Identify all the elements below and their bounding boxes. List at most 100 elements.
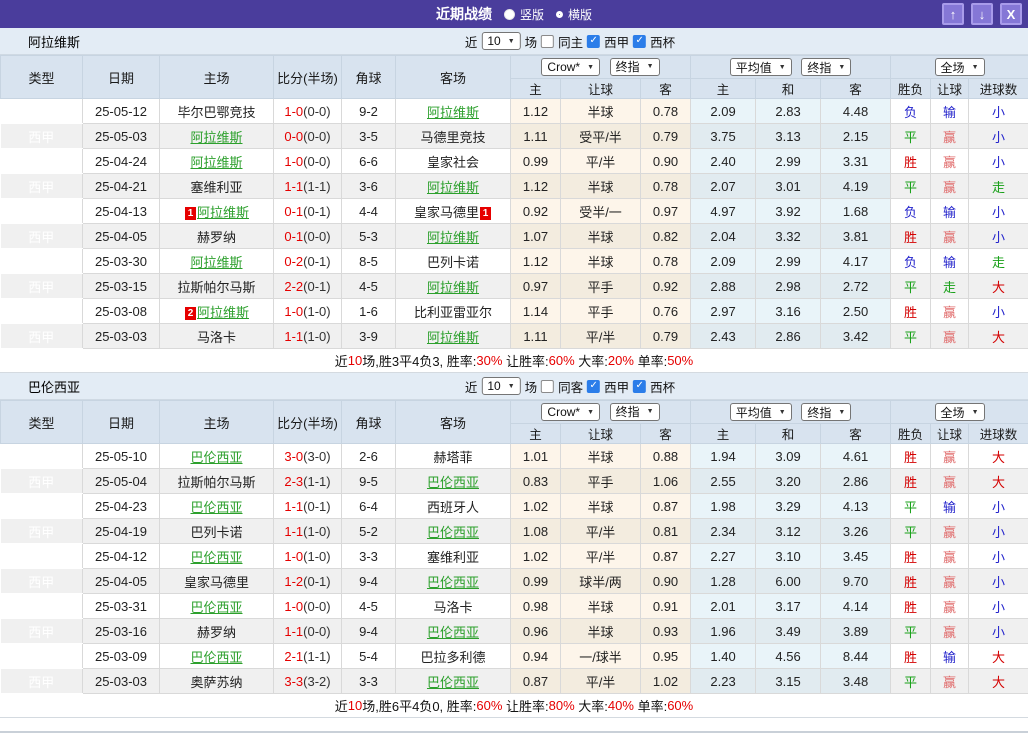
- move-up-button[interactable]: ↑: [942, 3, 964, 25]
- final-score: 2-1: [284, 648, 304, 664]
- away-team-cell: 阿拉维斯: [395, 98, 511, 124]
- team-link[interactable]: 巴伦西亚: [427, 475, 479, 490]
- scope-select[interactable]: 全场 ▼: [934, 58, 985, 76]
- euro-company-select[interactable]: 平均值 ▼: [729, 58, 792, 76]
- team-name-text: 塞维利亚: [190, 179, 243, 195]
- col-header-type: 类型: [0, 400, 83, 444]
- handicap-line-cell: 平/半: [560, 323, 641, 349]
- team-link[interactable]: 阿拉维斯: [427, 180, 479, 195]
- team-link[interactable]: 阿拉维斯: [427, 230, 479, 245]
- home-team-cell: 奥萨苏纳: [159, 668, 274, 694]
- team-link[interactable]: 巴伦西亚: [190, 600, 242, 615]
- home-team-cell: 赫罗纳: [159, 618, 274, 644]
- team-link[interactable]: 巴伦西亚: [190, 450, 242, 465]
- euro-time-select[interactable]: 终指 ▼: [801, 403, 852, 421]
- team-link[interactable]: 巴伦西亚: [427, 525, 479, 540]
- euro-home-odds-cell: 1.98: [690, 493, 757, 519]
- team-link[interactable]: 阿拉维斯: [190, 255, 242, 270]
- radio-horizontal-layout[interactable]: 横版: [556, 6, 592, 23]
- match-date-cell: 25-04-13: [82, 198, 160, 224]
- away-team-cell: 巴伦西亚: [395, 518, 511, 544]
- team-link[interactable]: 阿拉维斯: [427, 105, 479, 120]
- scope-select[interactable]: 全场 ▼: [934, 403, 985, 421]
- handicap-line-cell: 受平/半: [560, 123, 641, 149]
- team-link[interactable]: 巴伦西亚: [427, 625, 479, 640]
- half-time-score: (0-0): [303, 103, 331, 119]
- euro-draw-odds-cell: 2.99: [755, 248, 822, 274]
- match-row: 西甲 25-03-08 2 阿拉维斯 1-0(1-0) 1-6 比利亚雷亚尔 1.14 平手 0.…: [0, 298, 1028, 324]
- away-team-cell: 阿拉维斯: [395, 323, 511, 349]
- corner-cell: 5-3: [341, 223, 396, 249]
- team-link[interactable]: 阿拉维斯: [197, 205, 249, 220]
- chevron-down-icon: ▼: [971, 408, 979, 416]
- away-team-cell: 巴拉多利德: [395, 643, 511, 669]
- away-team-cell: 阿拉维斯: [395, 223, 511, 249]
- team-link[interactable]: 巴伦西亚: [190, 550, 242, 565]
- odds-time-select[interactable]: 终指 ▼: [609, 57, 660, 76]
- summary-segment: 60%: [667, 698, 694, 713]
- team-name-text: 赫塔菲: [433, 449, 473, 465]
- team-name-text: 拉斯帕尔马斯: [177, 279, 256, 295]
- final-score: 1-1: [284, 328, 304, 344]
- match-date-cell: 25-03-16: [82, 618, 160, 644]
- same-venue-checkbox[interactable]: [541, 379, 555, 393]
- cup-checkbox[interactable]: [633, 379, 647, 393]
- col-header-corner: 角球: [341, 400, 396, 444]
- handicap-home-odds-cell: 1.14: [510, 298, 561, 324]
- team-link[interactable]: 巴伦西亚: [427, 675, 479, 690]
- team-link[interactable]: 阿拉维斯: [197, 305, 249, 320]
- odds-company-select[interactable]: Crow* ▼: [541, 58, 601, 77]
- score-cell: 1-1(1-0): [273, 323, 342, 349]
- odds-company-select[interactable]: Crow* ▼: [541, 403, 601, 422]
- corner-cell: 9-4: [341, 568, 396, 594]
- euro-time-value: 终指: [807, 60, 832, 75]
- col-header-odds-home: 主: [510, 78, 561, 99]
- match-date-cell: 25-03-31: [82, 593, 160, 619]
- recent-count-select[interactable]: 10 ▼: [481, 32, 521, 50]
- handicap-away-odds-cell: 0.88: [639, 443, 692, 469]
- team-link[interactable]: 巴伦西亚: [427, 575, 479, 590]
- same-venue-checkbox[interactable]: [541, 34, 555, 48]
- move-down-button[interactable]: ↓: [971, 3, 993, 25]
- euro-draw-odds-cell: 3.16: [755, 298, 822, 324]
- euro-home-odds-cell: 2.43: [690, 323, 757, 349]
- league-type-cell: 西甲: [0, 543, 83, 569]
- half-time-score: (0-1): [303, 498, 331, 514]
- final-score: 1-1: [284, 623, 304, 639]
- team-name-text: 巴拉多利德: [420, 649, 486, 665]
- team-link[interactable]: 阿拉维斯: [190, 155, 242, 170]
- euro-company-value: 平均值: [735, 60, 772, 75]
- recent-count-value: 10: [487, 34, 501, 48]
- euro-draw-odds-cell: 2.83: [755, 98, 822, 124]
- team-link[interactable]: 巴伦西亚: [190, 500, 242, 515]
- radio-vertical-layout[interactable]: 竖版: [503, 6, 544, 23]
- handicap-away-odds-cell: 0.90: [639, 568, 692, 594]
- league-type-cell: 西甲: [0, 593, 83, 619]
- cup-checkbox[interactable]: [633, 34, 647, 48]
- handicap-line-cell: 一/球半: [560, 643, 641, 669]
- corner-cell: 3-6: [341, 173, 396, 199]
- corner-cell: 5-4: [341, 643, 396, 669]
- score-cell: 1-1(0-1): [273, 493, 342, 519]
- score-cell: 0-0(0-0): [273, 123, 342, 149]
- league-type-cell: 西甲: [0, 668, 83, 694]
- handicap-away-odds-cell: 0.92: [639, 273, 692, 299]
- league-checkbox[interactable]: [587, 379, 601, 393]
- euro-time-select[interactable]: 终指 ▼: [801, 58, 852, 76]
- away-team-cell: 巴伦西亚: [395, 618, 511, 644]
- team-link[interactable]: 阿拉维斯: [190, 130, 242, 145]
- team-link[interactable]: 阿拉维斯: [427, 330, 479, 345]
- odds-time-select[interactable]: 终指 ▼: [609, 402, 660, 421]
- match-date-cell: 25-04-24: [82, 148, 160, 174]
- red-card-badge: 2: [184, 306, 196, 320]
- team-link[interactable]: 巴伦西亚: [190, 650, 242, 665]
- handicap-line-cell: 半球: [560, 248, 641, 274]
- home-team-cell: 2 阿拉维斯: [159, 298, 274, 324]
- match-row: 西甲 25-04-21 塞维利亚 1-1(1-1) 3-6 阿拉维斯 1.12 半球 0.78 2…: [0, 173, 1028, 199]
- euro-company-select[interactable]: 平均值 ▼: [729, 403, 792, 421]
- team-link[interactable]: 阿拉维斯: [427, 280, 479, 295]
- handicap-away-odds-cell: 0.78: [639, 173, 692, 199]
- close-button[interactable]: X: [1000, 3, 1022, 25]
- recent-count-select[interactable]: 10 ▼: [481, 377, 521, 395]
- league-checkbox[interactable]: [587, 34, 601, 48]
